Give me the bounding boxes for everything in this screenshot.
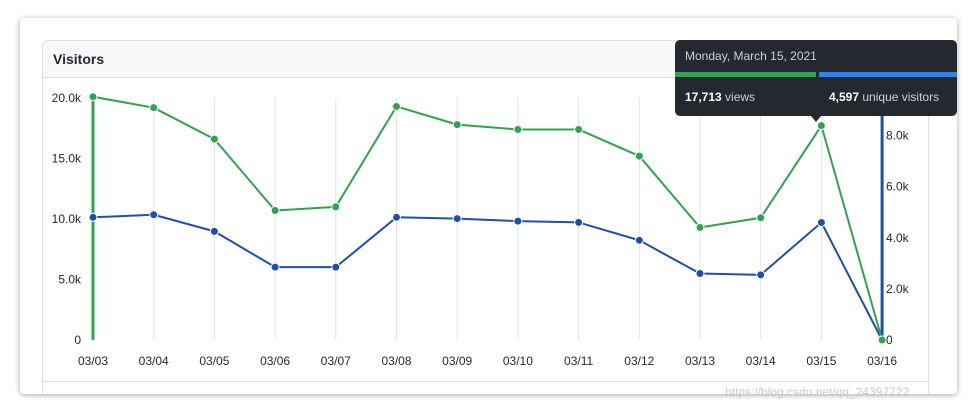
x-tick-label: 03/04 [139, 354, 169, 368]
watermark: https://blog.csdn.net/qq_24397722 [725, 385, 910, 399]
x-tick-label: 03/11 [564, 354, 593, 368]
x-tick-label: 03/16 [867, 354, 897, 368]
data-point [634, 235, 644, 245]
tooltip-unique-label: unique visitors [862, 90, 940, 104]
tooltip-arrow [811, 116, 821, 122]
tooltip-unique: 4,597 unique visitors [829, 90, 939, 104]
data-point [392, 212, 401, 222]
tooltip-views-value: 17,713 [685, 90, 722, 104]
x-tick-label: 03/10 [503, 354, 533, 368]
data-point [513, 216, 523, 226]
data-point [209, 134, 219, 144]
y-left-tick-label: 15.0k [52, 152, 82, 166]
data-point [270, 206, 280, 216]
y-right-tick-label: 2.0k [886, 282, 910, 296]
y-right-tick-label: 8.0k [886, 129, 910, 143]
chart-tooltip: Monday, March 15, 2021 17,713 views 4,59… [675, 40, 957, 122]
data-point [634, 151, 644, 161]
x-tick-label: 03/06 [260, 354, 290, 368]
x-tick-label: 03/05 [199, 354, 229, 368]
tooltip-views: 17,713 views [685, 90, 755, 104]
data-point [695, 222, 705, 232]
data-point [756, 270, 766, 280]
data-point [88, 92, 98, 102]
data-point [695, 269, 705, 279]
x-tick-label: 03/12 [624, 354, 654, 368]
data-point [452, 214, 462, 224]
tooltip-views-bar [675, 72, 816, 77]
data-point [270, 262, 280, 272]
x-tick-label: 03/15 [806, 354, 836, 368]
data-point [574, 217, 584, 227]
data-point [574, 124, 584, 134]
data-point [452, 120, 462, 130]
data-point [877, 335, 887, 345]
data-point [149, 210, 159, 220]
data-point [816, 121, 826, 131]
y-left-tick-label: 20.0k [52, 91, 82, 105]
data-point [331, 202, 341, 212]
x-tick-label: 03/13 [685, 354, 715, 368]
x-tick-label: 03/08 [381, 354, 411, 368]
y-left-tick-label: 10.0k [52, 212, 82, 226]
data-point [88, 212, 98, 222]
data-point [331, 262, 341, 272]
tooltip-views-label: views [725, 90, 756, 104]
data-point [816, 217, 826, 227]
data-point [513, 124, 523, 134]
x-tick-label: 03/14 [746, 354, 776, 368]
y-right-tick-label: 4.0k [886, 231, 910, 245]
x-tick-label: 03/09 [442, 354, 472, 368]
data-point [756, 213, 766, 223]
data-point [149, 103, 159, 113]
y-left-tick-label: 0 [74, 333, 81, 347]
data-point [209, 226, 219, 236]
data-point [392, 101, 401, 111]
y-left-tick-label: 5.0k [58, 273, 82, 287]
x-tick-label: 03/03 [78, 354, 108, 368]
tooltip-unique-bar [819, 72, 957, 77]
tooltip-date: Monday, March 15, 2021 [685, 49, 817, 63]
tooltip-unique-value: 4,597 [829, 90, 860, 104]
x-tick-label: 03/07 [321, 354, 351, 368]
window-frame: Visitors 0 5.0k 10.0k 15.0k 20.0k 0 2.0k 4.0k 6.… [20, 18, 957, 394]
y-right-tick-label: 6.0k [886, 180, 910, 194]
y-right-tick-label: 0 [886, 333, 893, 347]
